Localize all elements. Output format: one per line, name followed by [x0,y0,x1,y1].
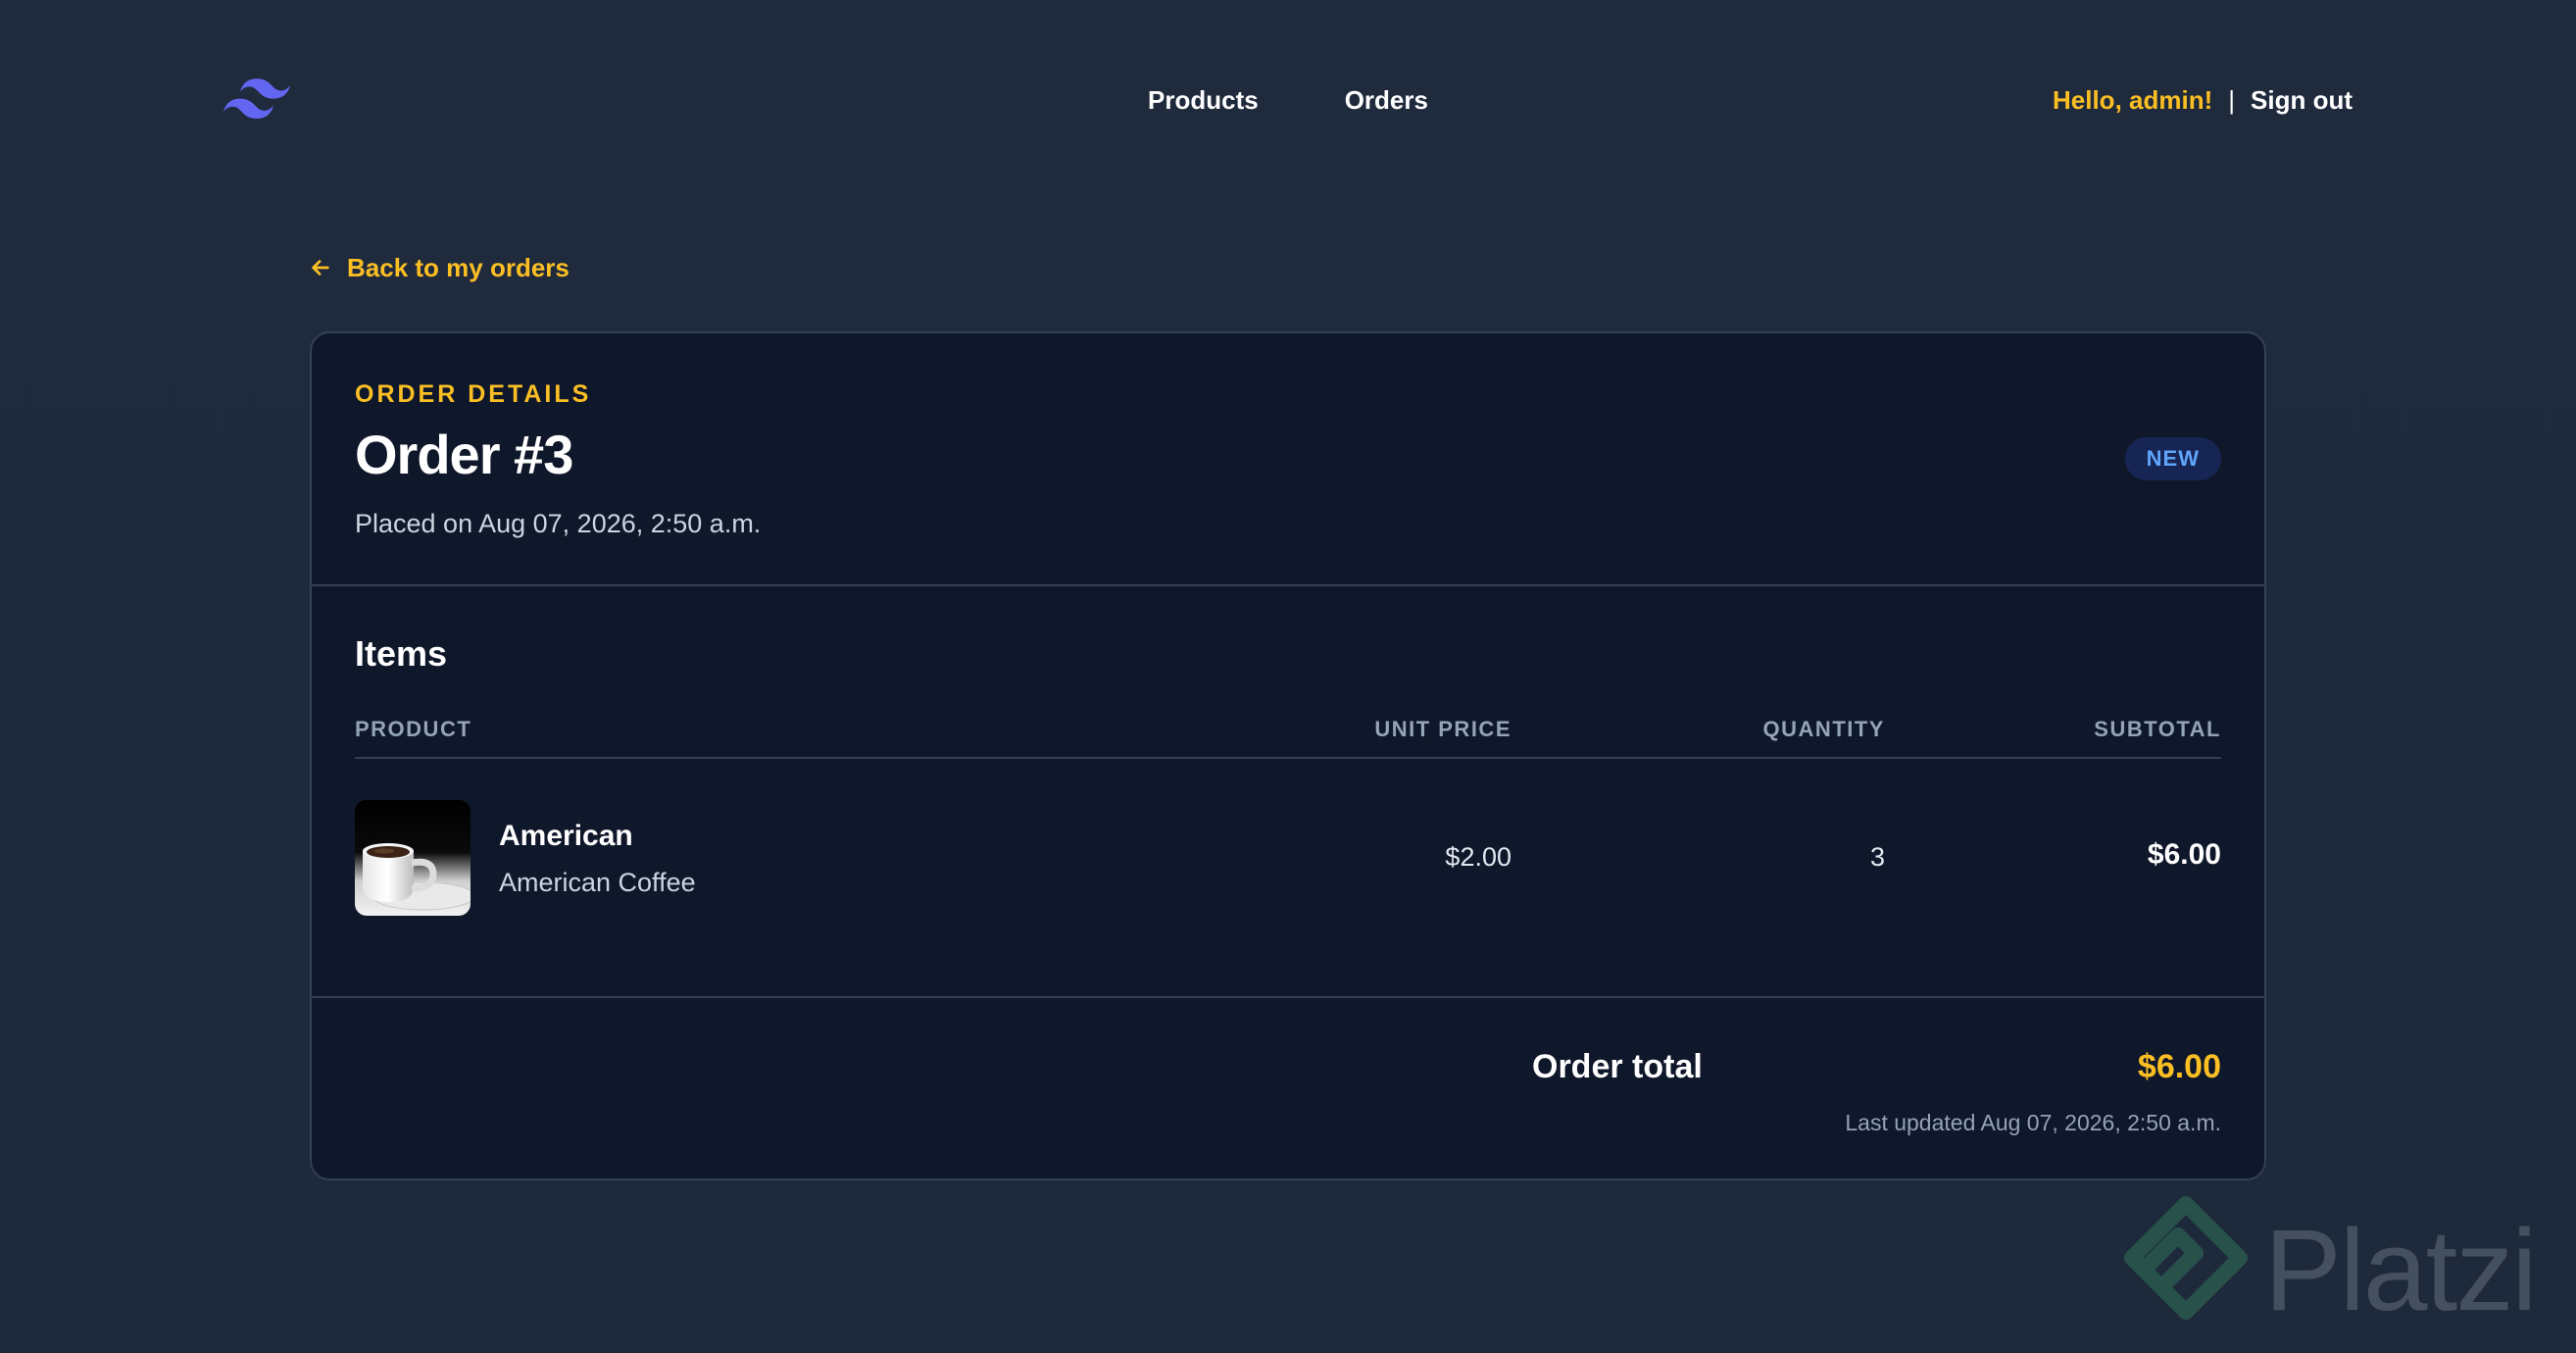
column-quantity: QUANTITY [1762,717,1885,741]
tailwind-logo-icon[interactable] [223,78,290,124]
order-total-value: $6.00 [2137,1048,2221,1085]
main-nav: Products Orders [1148,82,1428,118]
order-total-label: Order total [1532,1048,1703,1085]
order-card: ORDER DETAILS Order #3 Placed on Aug 07,… [310,331,2266,1180]
items-table-header: PRODUCT UNIT PRICE QUANTITY SUBTOTAL [355,708,2221,759]
back-to-orders-link[interactable]: Back to my orders [310,250,570,285]
table-row: American American Coffee $2.00 3 $6.00 [355,800,2221,916]
platzi-watermark: Platzi [2117,1194,2558,1341]
order-summary: Order total $6.00 Last updated Aug 07, 2… [312,998,2264,1178]
items-section: Items PRODUCT UNIT PRICE QUANTITY SUBTOT… [312,586,2264,998]
sign-out-link[interactable]: Sign out [2251,82,2353,118]
column-product: PRODUCT [355,717,472,741]
quantity-cell: 3 [1869,842,1885,872]
product-name[interactable]: American [499,818,633,855]
order-placed-date: Placed on Aug 07, 2026, 2:50 a.m. [355,509,762,538]
column-subtotal: SUBTOTAL [2094,717,2221,741]
back-link-label: Back to my orders [347,253,570,282]
product-description: American Coffee [499,868,696,897]
order-title: Order #3 [355,424,573,485]
arrow-left-icon [312,260,329,276]
user-greeting: Hello, admin! [2053,85,2213,115]
items-title: Items [355,633,448,674]
order-details-eyebrow: ORDER DETAILS [355,380,592,408]
nav-products-link[interactable]: Products [1148,82,1259,118]
watermark-text: Platzi [2264,1206,2538,1335]
column-unit-price: UNIT PRICE [1374,717,1511,741]
user-menu: Hello, admin! | Sign out [2053,82,2353,118]
user-separator: | [2228,85,2236,115]
status-badge: NEW [2124,437,2221,480]
unit-price-cell: $2.00 [1445,842,1511,872]
nav-orders-link[interactable]: Orders [1345,82,1428,118]
top-navbar: Products Orders Hello, admin! | Sign out [0,0,2576,201]
subtotal-cell: $6.00 [2147,838,2221,871]
platzi-logo-icon [2124,1196,2248,1320]
order-header: ORDER DETAILS Order #3 Placed on Aug 07,… [312,333,2264,586]
coffee-cup-image [355,800,471,916]
last-updated-text: Last updated Aug 07, 2026, 2:50 a.m. [1845,1110,2221,1135]
